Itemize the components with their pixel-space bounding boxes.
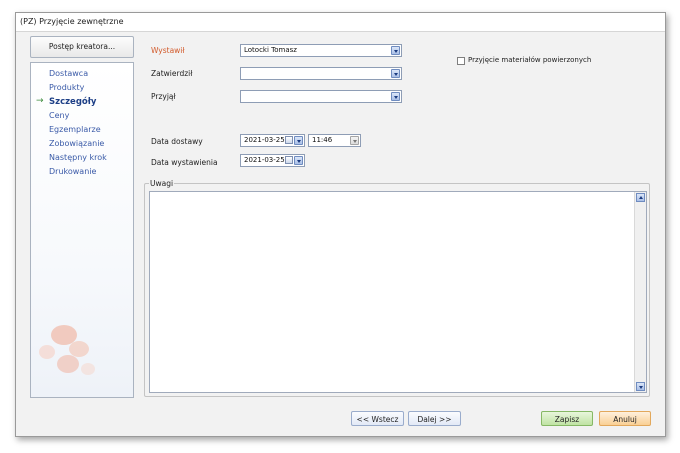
step-produkty[interactable]: Produkty (49, 83, 84, 92)
data-dostawy-date-picker[interactable]: 2021-03-25 (240, 134, 305, 147)
step-dostawca[interactable]: Dostawca (49, 69, 88, 78)
data-wystawienia-date-value: 2021-03-25 (244, 156, 285, 164)
scroll-down-icon[interactable] (636, 382, 645, 391)
przyjal-combo[interactable] (240, 90, 402, 103)
data-dostawy-time-picker[interactable]: 11:46 (308, 134, 361, 147)
przyjecie-materialow-label: Przyjęcie materiałów powierzonych (468, 56, 592, 64)
data-dostawy-label: Data dostawy (151, 137, 203, 146)
step-drukowanie[interactable]: Drukowanie (49, 167, 96, 176)
wystawil-value: Lotocki Tomasz (244, 46, 297, 54)
calendar-icon[interactable] (285, 156, 293, 164)
wystawil-combo[interactable]: Lotocki Tomasz (240, 44, 402, 57)
zatwierdzil-combo[interactable] (240, 67, 402, 80)
title-bar: (PZ) Przyjęcie zewnętrzne (16, 13, 665, 32)
uwagi-label: Uwagi (149, 179, 175, 188)
zatwierdzil-label: Zatwierdził (151, 69, 193, 78)
uwagi-group: Uwagi (144, 179, 650, 397)
cancel-button[interactable]: Anuluj (599, 411, 651, 426)
step-ceny[interactable]: Ceny (49, 111, 69, 120)
scroll-up-icon[interactable] (636, 193, 645, 202)
step-zobowiazanie[interactable]: Zobowiązanie (49, 139, 104, 148)
data-dostawy-time-value: 11:46 (312, 136, 333, 144)
data-dostawy-date-value: 2021-03-25 (244, 136, 285, 144)
przyjal-label: Przyjął (151, 92, 176, 101)
wizard-progress-button[interactable]: Postęp kreatora... (30, 36, 134, 58)
back-button[interactable]: << Wstecz (351, 411, 404, 426)
active-step-arrow-icon: → (36, 96, 44, 106)
chevron-down-icon[interactable] (391, 46, 400, 55)
chevron-down-icon[interactable] (294, 136, 303, 145)
chevron-down-icon[interactable] (391, 92, 400, 101)
save-button[interactable]: Zapisz (541, 411, 593, 426)
wizard-steps-panel: Dostawca Produkty → Szczegóły Ceny Egzem… (30, 62, 134, 398)
przyjecie-materialow-checkbox[interactable] (457, 57, 465, 65)
wizard-window: (PZ) Przyjęcie zewnętrzne Postęp kreator… (15, 12, 666, 437)
chevron-down-icon[interactable] (294, 156, 303, 165)
data-wystawienia-label: Data wystawienia (151, 158, 218, 167)
step-egzemplarze[interactable]: Egzemplarze (49, 125, 101, 134)
data-wystawienia-date-picker[interactable]: 2021-03-25 (240, 154, 305, 167)
step-nastepny-krok[interactable]: Następny krok (49, 153, 107, 162)
next-button[interactable]: Dalej >> (408, 411, 461, 426)
uwagi-scrollbar[interactable] (634, 192, 646, 392)
wystawil-label: Wystawił (151, 46, 185, 55)
step-szczegoly[interactable]: Szczegóły (49, 97, 96, 107)
calendar-icon[interactable] (285, 136, 293, 144)
window-title: (PZ) Przyjęcie zewnętrzne (20, 17, 124, 26)
chevron-down-icon[interactable] (350, 136, 359, 145)
chevron-down-icon[interactable] (391, 69, 400, 78)
uwagi-textarea[interactable] (149, 191, 647, 393)
